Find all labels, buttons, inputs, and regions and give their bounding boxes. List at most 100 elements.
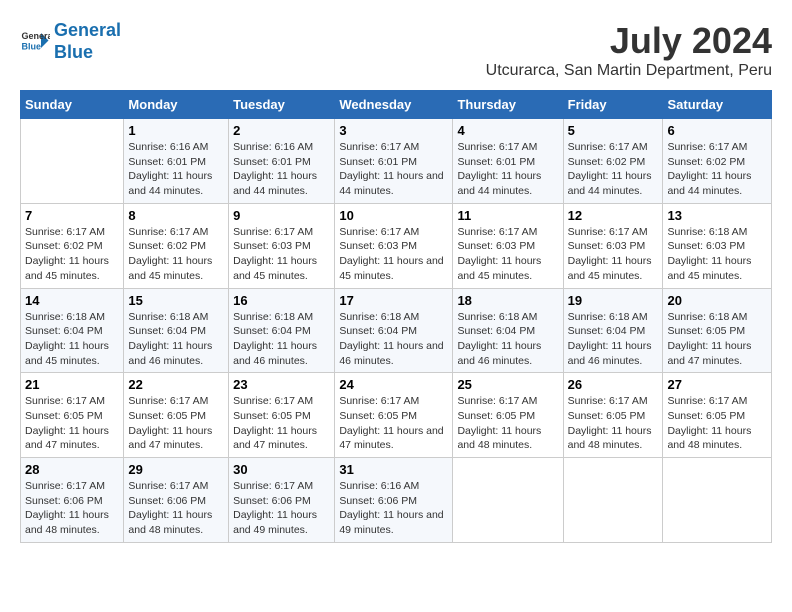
calendar-cell: 13Sunrise: 6:18 AM Sunset: 6:03 PM Dayli… — [663, 203, 772, 288]
day-number: 4 — [457, 123, 558, 138]
calendar-cell: 15Sunrise: 6:18 AM Sunset: 6:04 PM Dayli… — [124, 288, 229, 373]
calendar-cell: 1 Sunrise: 6:16 AM Sunset: 6:01 PM Daylig… — [124, 119, 229, 204]
day-info: Sunrise: 6:18 AM Sunset: 6:03 PM Dayligh… — [667, 225, 767, 284]
day-number: 7 — [25, 208, 119, 223]
calendar-cell — [21, 119, 124, 204]
day-number: 30 — [233, 462, 330, 477]
calendar-cell: 9 Sunrise: 6:17 AM Sunset: 6:03 PM Daylig… — [229, 203, 335, 288]
calendar-week-2: 7 Sunrise: 6:17 AM Sunset: 6:02 PM Daylig… — [21, 203, 772, 288]
calendar-body: 1 Sunrise: 6:16 AM Sunset: 6:01 PM Daylig… — [21, 119, 772, 543]
calendar-cell: 16Sunrise: 6:18 AM Sunset: 6:04 PM Dayli… — [229, 288, 335, 373]
weekday-header-saturday: Saturday — [663, 91, 772, 119]
day-info: Sunrise: 6:17 AM Sunset: 6:03 PM Dayligh… — [568, 225, 659, 284]
calendar-week-1: 1 Sunrise: 6:16 AM Sunset: 6:01 PM Daylig… — [21, 119, 772, 204]
day-info: Sunrise: 6:17 AM Sunset: 6:02 PM Dayligh… — [128, 225, 224, 284]
calendar-cell: 21Sunrise: 6:17 AM Sunset: 6:05 PM Dayli… — [21, 373, 124, 458]
day-info: Sunrise: 6:17 AM Sunset: 6:05 PM Dayligh… — [339, 394, 448, 453]
day-info: Sunrise: 6:17 AM Sunset: 6:01 PM Dayligh… — [339, 140, 448, 199]
logo-icon: General Blue — [20, 27, 50, 57]
day-info: Sunrise: 6:17 AM Sunset: 6:06 PM Dayligh… — [25, 479, 119, 538]
day-info: Sunrise: 6:17 AM Sunset: 6:02 PM Dayligh… — [25, 225, 119, 284]
weekday-header-wednesday: Wednesday — [335, 91, 453, 119]
day-number: 19 — [568, 293, 659, 308]
day-info: Sunrise: 6:18 AM Sunset: 6:04 PM Dayligh… — [339, 310, 448, 369]
day-info: Sunrise: 6:17 AM Sunset: 6:03 PM Dayligh… — [233, 225, 330, 284]
day-number: 24 — [339, 377, 448, 392]
svg-text:General: General — [22, 31, 51, 41]
day-number: 18 — [457, 293, 558, 308]
calendar-cell: 20 Sunrise: 6:18 AM Sunset: 6:05 PM Dayli… — [663, 288, 772, 373]
day-info: Sunrise: 6:17 AM Sunset: 6:05 PM Dayligh… — [25, 394, 119, 453]
calendar-cell: 27Sunrise: 6:17 AM Sunset: 6:05 PM Dayli… — [663, 373, 772, 458]
day-info: Sunrise: 6:17 AM Sunset: 6:05 PM Dayligh… — [457, 394, 558, 453]
calendar-header: SundayMondayTuesdayWednesdayThursdayFrid… — [21, 91, 772, 119]
day-number: 23 — [233, 377, 330, 392]
day-number: 12 — [568, 208, 659, 223]
calendar-cell: 14 Sunrise: 6:18 AM Sunset: 6:04 PM Dayli… — [21, 288, 124, 373]
main-title: July 2024 — [486, 20, 772, 62]
subtitle: Utcurarca, San Martin Department, Peru — [486, 62, 772, 80]
day-info: Sunrise: 6:17 AM Sunset: 6:05 PM Dayligh… — [128, 394, 224, 453]
calendar-week-3: 14 Sunrise: 6:18 AM Sunset: 6:04 PM Dayli… — [21, 288, 772, 373]
calendar-cell: 22 Sunrise: 6:17 AM Sunset: 6:05 PM Dayli… — [124, 373, 229, 458]
weekday-header-thursday: Thursday — [453, 91, 563, 119]
weekday-header-friday: Friday — [563, 91, 663, 119]
weekday-header-sunday: Sunday — [21, 91, 124, 119]
weekday-header-monday: Monday — [124, 91, 229, 119]
day-info: Sunrise: 6:17 AM Sunset: 6:02 PM Dayligh… — [667, 140, 767, 199]
day-info: Sunrise: 6:17 AM Sunset: 6:02 PM Dayligh… — [568, 140, 659, 199]
calendar-week-5: 28Sunrise: 6:17 AM Sunset: 6:06 PM Dayli… — [21, 458, 772, 543]
calendar-cell: 29Sunrise: 6:17 AM Sunset: 6:06 PM Dayli… — [124, 458, 229, 543]
day-info: Sunrise: 6:17 AM Sunset: 6:03 PM Dayligh… — [339, 225, 448, 284]
calendar-cell: 6 Sunrise: 6:17 AM Sunset: 6:02 PM Daylig… — [663, 119, 772, 204]
day-number: 27 — [667, 377, 767, 392]
day-info: Sunrise: 6:17 AM Sunset: 6:06 PM Dayligh… — [128, 479, 224, 538]
logo-text: GeneralBlue — [54, 20, 121, 63]
day-number: 16 — [233, 293, 330, 308]
calendar-cell: 25 Sunrise: 6:17 AM Sunset: 6:05 PM Dayli… — [453, 373, 563, 458]
calendar-cell: 24 Sunrise: 6:17 AM Sunset: 6:05 PM Dayli… — [335, 373, 453, 458]
day-info: Sunrise: 6:17 AM Sunset: 6:05 PM Dayligh… — [233, 394, 330, 453]
day-number: 3 — [339, 123, 448, 138]
weekday-header-tuesday: Tuesday — [229, 91, 335, 119]
day-number: 10 — [339, 208, 448, 223]
day-number: 2 — [233, 123, 330, 138]
day-info: Sunrise: 6:18 AM Sunset: 6:05 PM Dayligh… — [667, 310, 767, 369]
calendar-cell — [663, 458, 772, 543]
day-number: 25 — [457, 377, 558, 392]
day-number: 17 — [339, 293, 448, 308]
calendar-cell: 8 Sunrise: 6:17 AM Sunset: 6:02 PM Daylig… — [124, 203, 229, 288]
day-info: Sunrise: 6:18 AM Sunset: 6:04 PM Dayligh… — [568, 310, 659, 369]
calendar-week-4: 21Sunrise: 6:17 AM Sunset: 6:05 PM Dayli… — [21, 373, 772, 458]
calendar-cell — [453, 458, 563, 543]
calendar-cell: 12 Sunrise: 6:17 AM Sunset: 6:03 PM Dayli… — [563, 203, 663, 288]
page-header: General Blue GeneralBlue July 2024 Utcur… — [20, 20, 772, 80]
calendar-cell: 5 Sunrise: 6:17 AM Sunset: 6:02 PM Daylig… — [563, 119, 663, 204]
day-number: 5 — [568, 123, 659, 138]
calendar-cell — [563, 458, 663, 543]
day-number: 8 — [128, 208, 224, 223]
day-info: Sunrise: 6:16 AM Sunset: 6:06 PM Dayligh… — [339, 479, 448, 538]
day-number: 1 — [128, 123, 224, 138]
calendar-cell: 30 Sunrise: 6:17 AM Sunset: 6:06 PM Dayli… — [229, 458, 335, 543]
day-number: 22 — [128, 377, 224, 392]
calendar-cell: 2Sunrise: 6:16 AM Sunset: 6:01 PM Daylig… — [229, 119, 335, 204]
day-info: Sunrise: 6:18 AM Sunset: 6:04 PM Dayligh… — [25, 310, 119, 369]
calendar-cell: 26Sunrise: 6:17 AM Sunset: 6:05 PM Dayli… — [563, 373, 663, 458]
calendar-table: SundayMondayTuesdayWednesdayThursdayFrid… — [20, 90, 772, 543]
logo: General Blue GeneralBlue — [20, 20, 121, 63]
day-number: 11 — [457, 208, 558, 223]
title-block: July 2024 Utcurarca, San Martin Departme… — [486, 20, 772, 80]
calendar-cell: 10 Sunrise: 6:17 AM Sunset: 6:03 PM Dayli… — [335, 203, 453, 288]
day-info: Sunrise: 6:18 AM Sunset: 6:04 PM Dayligh… — [128, 310, 224, 369]
calendar-cell: 7 Sunrise: 6:17 AM Sunset: 6:02 PM Daylig… — [21, 203, 124, 288]
day-number: 14 — [25, 293, 119, 308]
day-number: 20 — [667, 293, 767, 308]
day-number: 9 — [233, 208, 330, 223]
calendar-cell: 19 Sunrise: 6:18 AM Sunset: 6:04 PM Dayli… — [563, 288, 663, 373]
calendar-cell: 3 Sunrise: 6:17 AM Sunset: 6:01 PM Daylig… — [335, 119, 453, 204]
day-info: Sunrise: 6:16 AM Sunset: 6:01 PM Dayligh… — [128, 140, 224, 199]
day-info: Sunrise: 6:17 AM Sunset: 6:06 PM Dayligh… — [233, 479, 330, 538]
day-number: 6 — [667, 123, 767, 138]
day-info: Sunrise: 6:18 AM Sunset: 6:04 PM Dayligh… — [457, 310, 558, 369]
